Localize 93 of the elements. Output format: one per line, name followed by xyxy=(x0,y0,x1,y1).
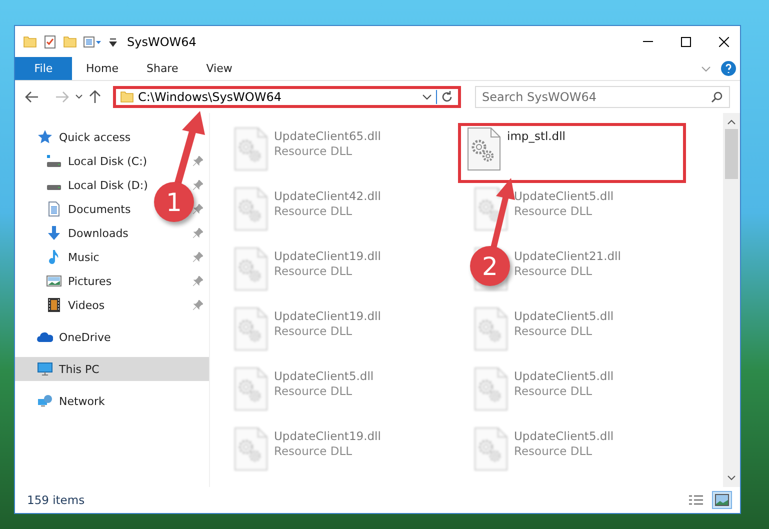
network-icon xyxy=(37,393,53,409)
file-type: Resource DLL xyxy=(514,444,594,458)
nav-item[interactable]: OneDrive xyxy=(37,325,111,349)
nav-item[interactable]: This PC xyxy=(37,357,100,381)
gear-file-icon xyxy=(474,187,508,231)
scroll-down-icon[interactable] xyxy=(727,475,736,481)
file-type: Resource DLL xyxy=(274,144,354,158)
file-type: Resource DLL xyxy=(274,204,354,218)
document-icon xyxy=(46,201,62,217)
view-options-icon[interactable] xyxy=(83,34,103,48)
address-bar[interactable]: C:\Windows\SysWOW64 xyxy=(113,86,461,108)
file-name: UpdateClient21.dll xyxy=(514,249,621,263)
file-type: Resource DLL xyxy=(514,324,594,338)
file-name: imp_stl.dll xyxy=(507,129,566,143)
ribbon-tab[interactable]: Home xyxy=(72,57,132,80)
pin-icon[interactable] xyxy=(193,156,203,166)
gear-file-icon xyxy=(234,247,268,291)
file-type: Resource DLL xyxy=(274,264,354,278)
recent-locations-button[interactable] xyxy=(75,94,83,100)
folder-icon xyxy=(23,34,37,48)
file-name: UpdateClient65.dll xyxy=(274,129,381,143)
ribbon-tab[interactable]: View xyxy=(192,57,246,80)
file-name: UpdateClient5.dll xyxy=(514,189,614,203)
folder-icon xyxy=(120,90,134,104)
pin-icon[interactable] xyxy=(193,204,203,214)
drive-icon xyxy=(46,184,62,190)
file-name: UpdateClient19.dll xyxy=(274,309,381,323)
file-name: UpdateClient19.dll xyxy=(274,249,381,263)
file-name: UpdateClient5.dll xyxy=(514,429,614,443)
film-strip-icon xyxy=(46,297,62,313)
back-button[interactable] xyxy=(25,91,39,103)
star-icon xyxy=(37,129,53,145)
list-icon[interactable] xyxy=(688,495,704,505)
monitor-icon xyxy=(37,361,53,377)
file-type: Resource DLL xyxy=(514,204,594,218)
scroll-up-icon[interactable] xyxy=(727,119,736,125)
nav-item[interactable]: Local Disk (C:) xyxy=(46,149,148,173)
selected-nav-row[interactable]: This PC xyxy=(15,357,209,381)
file-name: UpdateClient5.dll xyxy=(274,369,374,383)
search-icon[interactable] xyxy=(711,91,723,103)
file-type: Resource DLL xyxy=(274,324,354,338)
nav-item[interactable]: Quick access xyxy=(37,125,131,149)
pin-icon[interactable] xyxy=(193,276,203,286)
file-type: Resource DLL xyxy=(274,384,354,398)
gear-file-icon xyxy=(234,127,268,171)
scroll-thumb[interactable] xyxy=(725,129,738,179)
gear-file-icon xyxy=(234,367,268,411)
maximize-icon[interactable] xyxy=(681,36,691,46)
file-menu-tab[interactable]: File xyxy=(15,57,72,80)
file-type: Resource DLL xyxy=(514,384,594,398)
window-title: SysWOW64 xyxy=(127,34,198,48)
file-type: Resource DLL xyxy=(274,444,354,458)
new-folder-icon xyxy=(63,34,77,48)
nav-item[interactable]: Pictures xyxy=(46,269,112,293)
gear-file-icon xyxy=(474,427,508,471)
gear-file-icon xyxy=(234,187,268,231)
pin-icon[interactable] xyxy=(193,180,203,190)
large-icons-view-button[interactable] xyxy=(712,491,732,509)
properties-icon[interactable] xyxy=(43,34,57,48)
gear-file-icon xyxy=(474,367,508,411)
gear-file-icon xyxy=(234,427,268,471)
ribbon-tab[interactable]: Share xyxy=(132,57,192,80)
drive-icon xyxy=(46,153,62,169)
close-icon[interactable] xyxy=(719,36,729,46)
pin-icon[interactable] xyxy=(193,300,203,310)
nav-item[interactable]: Local Disk (D:) xyxy=(46,173,148,197)
picture-icon xyxy=(46,273,62,289)
nav-item[interactable]: Network xyxy=(37,389,105,413)
nav-item[interactable]: Music xyxy=(46,245,100,269)
gear-file-icon xyxy=(467,127,501,171)
refresh-icon[interactable] xyxy=(436,90,454,104)
help-icon[interactable] xyxy=(721,61,736,76)
file-name: UpdateClient5.dll xyxy=(514,309,614,323)
picture-icon[interactable] xyxy=(715,494,729,506)
download-arrow-icon xyxy=(46,225,62,241)
up-button[interactable] xyxy=(89,90,101,104)
file-type: Resource DLL xyxy=(514,264,594,278)
item-count: 159 items xyxy=(27,493,86,507)
scrollbar[interactable] xyxy=(723,113,740,487)
file-name: UpdateClient5.dll xyxy=(514,369,614,383)
nav-item[interactable]: Documents xyxy=(46,197,131,221)
file-name: UpdateClient19.dll xyxy=(274,429,381,443)
caret-icon[interactable] xyxy=(109,36,117,46)
nav-item[interactable]: Videos xyxy=(46,293,105,317)
gear-file-icon xyxy=(474,307,508,351)
pin-icon[interactable] xyxy=(193,228,203,238)
file-name: UpdateClient42.dll xyxy=(274,189,381,203)
nav-item[interactable]: Downloads xyxy=(46,221,128,245)
highlighted-file-item[interactable]: imp_stl.dll xyxy=(458,123,686,183)
chevron-down-icon[interactable] xyxy=(422,93,432,101)
search-field[interactable]: Search SysWOW64 xyxy=(475,86,730,108)
gear-file-icon xyxy=(234,307,268,351)
pin-icon[interactable] xyxy=(193,252,203,262)
